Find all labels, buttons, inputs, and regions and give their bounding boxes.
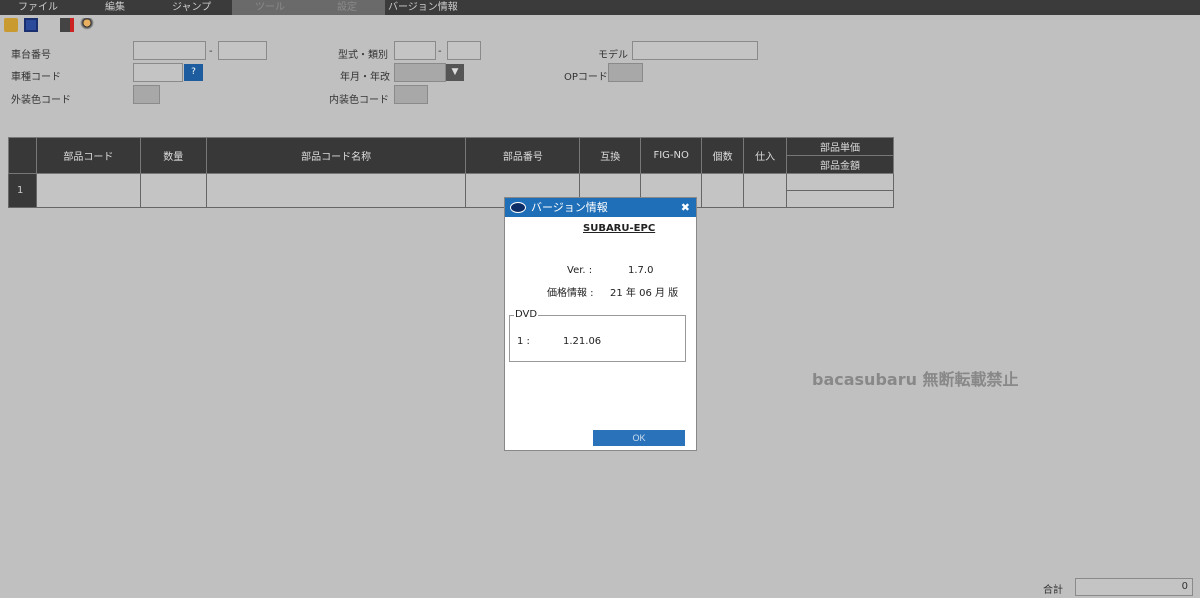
op-code-label: OPコード <box>564 72 608 83</box>
cell[interactable] <box>786 173 894 191</box>
total-value: 0 <box>1075 578 1193 596</box>
ok-button[interactable]: OK <box>593 430 685 446</box>
menu-version[interactable]: バージョン情報 <box>388 0 458 15</box>
col-fig-no: FIG-NO <box>640 137 703 174</box>
dialog-title: バージョン情報 <box>531 201 608 214</box>
close-icon[interactable]: ✖ <box>681 198 690 217</box>
dvd-line-label: 1 : <box>517 336 530 347</box>
model-input[interactable] <box>632 41 758 60</box>
price-info-label: 価格情報 : <box>547 288 594 299</box>
model-type-input-2[interactable] <box>447 41 481 60</box>
col-part-code: 部品コード <box>35 137 141 174</box>
year-label: 年月・年改 <box>340 72 390 83</box>
dvd-label: DVD <box>514 309 539 320</box>
menu-bar: ファイル 編集 ジャンプ ツール 設定 バージョン情報 <box>0 0 1200 15</box>
car-code-label: 車種コード <box>11 72 61 83</box>
chevron-down-icon[interactable]: ▼ <box>446 64 464 81</box>
subaru-logo-icon <box>510 202 526 213</box>
car-code-input[interactable] <box>133 63 183 82</box>
col-amount: 部品金額 <box>786 155 894 174</box>
menu-settings[interactable]: 設定 <box>337 0 357 15</box>
int-color-input[interactable] <box>394 85 428 104</box>
version-value: 1.7.0 <box>628 265 654 276</box>
total-label: 合計 <box>1043 585 1063 596</box>
help-button[interactable]: ? <box>184 64 203 81</box>
model-type-input-1[interactable] <box>394 41 436 60</box>
year-select[interactable] <box>394 63 446 82</box>
col-compat: 互換 <box>579 137 642 174</box>
price-info-value: 21 年 06 月 版 <box>610 288 679 299</box>
chassis-input-2[interactable] <box>218 41 267 60</box>
menu-tools[interactable]: ツール <box>255 0 285 15</box>
dvd-version: 1.21.06 <box>563 336 602 347</box>
cell[interactable] <box>35 173 141 208</box>
col-unit-price: 部品単価 <box>786 137 894 156</box>
dvd-group: DVD 1 : 1.21.06 <box>509 309 686 362</box>
chassis-input-1[interactable] <box>133 41 206 60</box>
model-label: モデル <box>598 50 628 61</box>
menu-edit[interactable]: 編集 <box>105 0 125 15</box>
col-count: 個数 <box>701 137 745 174</box>
op-code-input[interactable] <box>608 63 643 82</box>
col-purchase: 仕入 <box>743 137 788 174</box>
chassis-label: 車台番号 <box>11 50 51 61</box>
version-label: Ver. : <box>567 265 593 276</box>
dialog-title-bar: バージョン情報 ✖ <box>505 198 696 217</box>
user-icon[interactable] <box>80 18 94 32</box>
watermark: bacasubaru 無断転載禁止 <box>812 370 1019 389</box>
cell[interactable] <box>701 173 745 208</box>
cell[interactable] <box>205 173 467 208</box>
row-header-corner <box>8 137 37 174</box>
dash: - <box>209 46 213 57</box>
model-type-label: 型式・類別 <box>338 50 388 61</box>
int-color-label: 内装色コード <box>329 95 389 106</box>
row-number: 1 <box>8 173 37 208</box>
col-part-number: 部品番号 <box>465 137 581 174</box>
cell[interactable] <box>786 190 894 208</box>
cell[interactable] <box>139 173 207 208</box>
cell[interactable] <box>743 173 788 208</box>
col-quantity: 数量 <box>139 137 207 174</box>
table-row: 1 <box>8 173 894 208</box>
col-part-name: 部品コード名称 <box>205 137 467 174</box>
open-folder-icon[interactable] <box>4 18 18 32</box>
parts-table: 部品コード 数量 部品コード名称 部品番号 互換 FIG-NO 個数 仕入 部品… <box>8 137 894 208</box>
version-dialog: バージョン情報 ✖ SUBARU-EPC Ver. : 1.7.0 価格情報 :… <box>504 197 697 451</box>
ext-color-label: 外装色コード <box>11 95 71 106</box>
ext-color-input[interactable] <box>133 85 160 104</box>
dash: - <box>438 46 442 57</box>
save-icon[interactable] <box>24 18 38 32</box>
product-name: SUBARU-EPC <box>583 223 656 234</box>
menu-jump[interactable]: ジャンプ <box>172 0 211 15</box>
menu-file[interactable]: ファイル <box>18 0 58 15</box>
report-icon[interactable] <box>60 18 74 32</box>
